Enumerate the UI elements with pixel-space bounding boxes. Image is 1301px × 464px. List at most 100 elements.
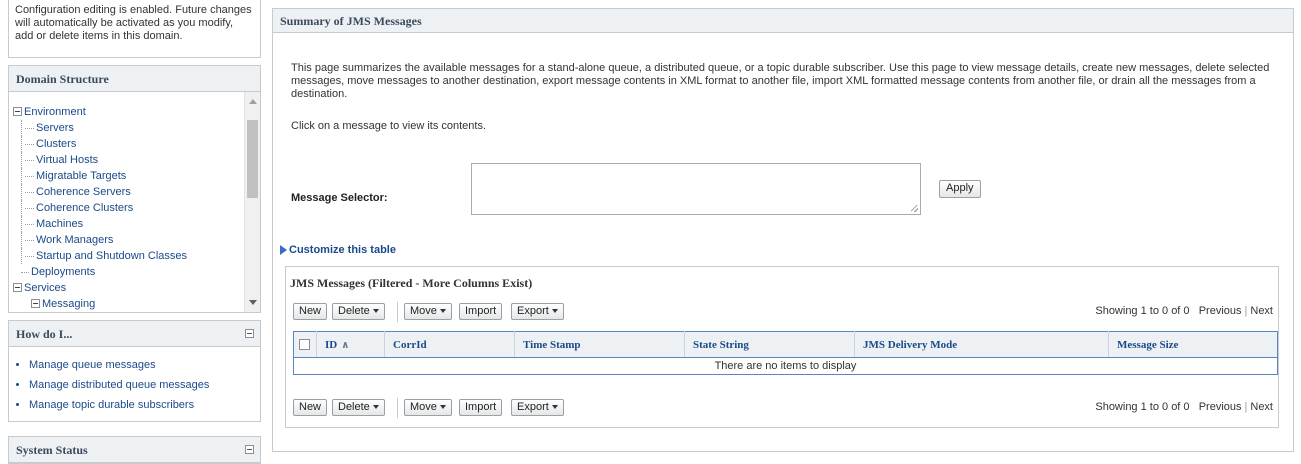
dropdown-caret-icon[interactable] (439, 405, 446, 410)
left-sidebar: Configuration editing is enabled. Future… (8, 0, 261, 464)
dropdown-caret-icon[interactable] (551, 309, 558, 314)
table-title: JMS Messages (Filtered - More Columns Ex… (290, 276, 533, 290)
tree-node-deployments[interactable]: Deployments (13, 264, 260, 280)
tree-node-label[interactable]: Messaging (42, 298, 95, 310)
tree-node-label[interactable]: Services (24, 282, 66, 294)
export-button[interactable]: Export (511, 303, 564, 320)
dropdown-caret-icon[interactable] (439, 309, 446, 314)
previous-link[interactable]: Previous (1199, 401, 1242, 413)
how-do-i-title: How do I... (9, 321, 260, 347)
resize-grip-icon[interactable] (911, 205, 918, 212)
panel-collapse-icon[interactable] (245, 445, 254, 454)
select-all-checkbox[interactable] (299, 339, 310, 351)
delete-button[interactable]: Delete (332, 303, 385, 320)
tree-node-label[interactable]: Machines (36, 218, 83, 230)
column-header-id[interactable]: ID ∧ (316, 331, 385, 358)
tree-node-label[interactable]: Startup and Shutdown Classes (36, 250, 187, 262)
table-toolbar-bottom: New Delete Move Import Export Showing 1 … (293, 398, 1273, 418)
move-label[interactable]: Move (410, 401, 437, 413)
column-header-corrid[interactable]: CorrId (384, 331, 515, 358)
tree-node-startup-shutdown-classes[interactable]: Startup and Shutdown Classes (13, 248, 260, 264)
tree-node-label[interactable]: Coherence Clusters (36, 202, 133, 214)
next-link[interactable]: Next (1250, 305, 1273, 317)
panel-collapse-icon[interactable] (245, 329, 254, 338)
new-button[interactable]: New (293, 303, 328, 320)
tree-node-label[interactable]: Servers (36, 122, 74, 134)
column-header-jms-delivery-mode[interactable]: JMS Delivery Mode (854, 331, 1109, 358)
scroll-down-icon[interactable] (249, 300, 257, 305)
customize-table-link[interactable]: Customize this table (280, 244, 396, 256)
tree-node-label[interactable]: Migratable Targets (36, 170, 126, 182)
import-button[interactable]: Import (459, 399, 503, 416)
previous-link[interactable]: Previous (1199, 305, 1242, 317)
tree-node-label[interactable]: Environment (24, 106, 86, 118)
export-button[interactable]: Export (511, 399, 564, 416)
tree-node-migratable-targets[interactable]: Migratable Targets (13, 168, 260, 184)
table-toolbar-top: New Delete Move Import Export Showing 1 … (293, 302, 1273, 322)
empty-table-message: There are no items to display (293, 357, 1278, 375)
import-button[interactable]: Import (459, 303, 503, 320)
tree-node-environment[interactable]: Environment (13, 104, 260, 120)
column-header-time-stamp[interactable]: Time Stamp (514, 331, 685, 358)
pagination-summary: Showing 1 to 0 of 0 (1095, 305, 1190, 317)
tree-node-label[interactable]: Coherence Servers (36, 186, 131, 198)
domain-structure-panel: Domain Structure Environment Servers Clu… (8, 65, 261, 313)
tree-node-services[interactable]: Services (13, 280, 260, 296)
toolbar-divider (397, 398, 398, 418)
new-button[interactable]: New (293, 399, 328, 416)
pagination: Showing 1 to 0 of 0 Previous | Next (1095, 401, 1273, 413)
customize-table-label[interactable]: Customize this table (289, 244, 396, 256)
collapse-icon[interactable] (13, 107, 22, 116)
domain-tree: Environment Servers Clusters Virtual Hos… (9, 92, 260, 312)
delete-button[interactable]: Delete (332, 399, 385, 416)
export-label[interactable]: Export (517, 401, 549, 413)
dropdown-caret-icon[interactable] (372, 309, 379, 314)
delete-label[interactable]: Delete (338, 401, 370, 413)
click-note: Click on a message to view its contents. (291, 120, 487, 132)
tree-node-work-managers[interactable]: Work Managers (13, 232, 260, 248)
select-all-header[interactable] (293, 331, 317, 358)
tree-node-label[interactable]: Virtual Hosts (36, 154, 98, 166)
column-header-message-size[interactable]: Message Size (1108, 331, 1278, 358)
move-button[interactable]: Move (404, 399, 452, 416)
collapse-icon[interactable] (31, 299, 40, 308)
export-label[interactable]: Export (517, 305, 549, 317)
scroll-thumb[interactable] (247, 120, 258, 198)
tree-node-machines[interactable]: Machines (13, 216, 260, 232)
scroll-up-icon[interactable] (249, 99, 257, 104)
tree-node-label[interactable]: Deployments (31, 266, 95, 278)
apply-button[interactable]: Apply (939, 180, 981, 198)
column-header-state-string[interactable]: State String (684, 331, 855, 358)
next-link[interactable]: Next (1250, 401, 1273, 413)
tree-scrollbar[interactable] (244, 92, 260, 312)
domain-structure-title: Domain Structure (9, 66, 260, 92)
column-label[interactable]: ID (325, 339, 337, 351)
dropdown-caret-icon[interactable] (551, 405, 558, 410)
tree-node-coherence-clusters[interactable]: Coherence Clusters (13, 200, 260, 216)
table-header-row: ID ∧ CorrId Time Stamp State String JMS D… (293, 331, 1278, 358)
collapse-icon[interactable] (13, 283, 22, 292)
tree-node-virtual-hosts[interactable]: Virtual Hosts (13, 152, 260, 168)
how-do-i-link-topic-subscribers[interactable]: Manage topic durable subscribers (29, 395, 260, 415)
table-empty-row: There are no items to display (293, 357, 1278, 375)
toolbar-divider (397, 302, 398, 322)
move-button[interactable]: Move (404, 303, 452, 320)
how-do-i-link-queue[interactable]: Manage queue messages (29, 355, 260, 375)
panel-title-text: System Status (16, 443, 88, 457)
delete-label[interactable]: Delete (338, 305, 370, 317)
sort-ascending-icon[interactable]: ∧ (341, 340, 349, 351)
tree-node-coherence-servers[interactable]: Coherence Servers (13, 184, 260, 200)
tree-node-servers[interactable]: Servers (13, 120, 260, 136)
how-do-i-link-distributed-queue[interactable]: Manage distributed queue messages (29, 375, 260, 395)
configuration-notice: Configuration editing is enabled. Future… (8, 0, 261, 58)
message-selector-input[interactable] (471, 163, 921, 215)
page-description: This page summarizes the available messa… (291, 62, 1270, 100)
how-do-i-panel: How do I... Manage queue messages Manage… (8, 320, 261, 422)
move-label[interactable]: Move (410, 305, 437, 317)
dropdown-caret-icon[interactable] (372, 405, 379, 410)
tree-node-label[interactable]: Work Managers (36, 234, 113, 246)
disclosure-triangle-icon[interactable] (280, 245, 287, 256)
tree-node-messaging[interactable]: Messaging (13, 296, 260, 312)
tree-node-label[interactable]: Clusters (36, 138, 76, 150)
tree-node-clusters[interactable]: Clusters (13, 136, 260, 152)
